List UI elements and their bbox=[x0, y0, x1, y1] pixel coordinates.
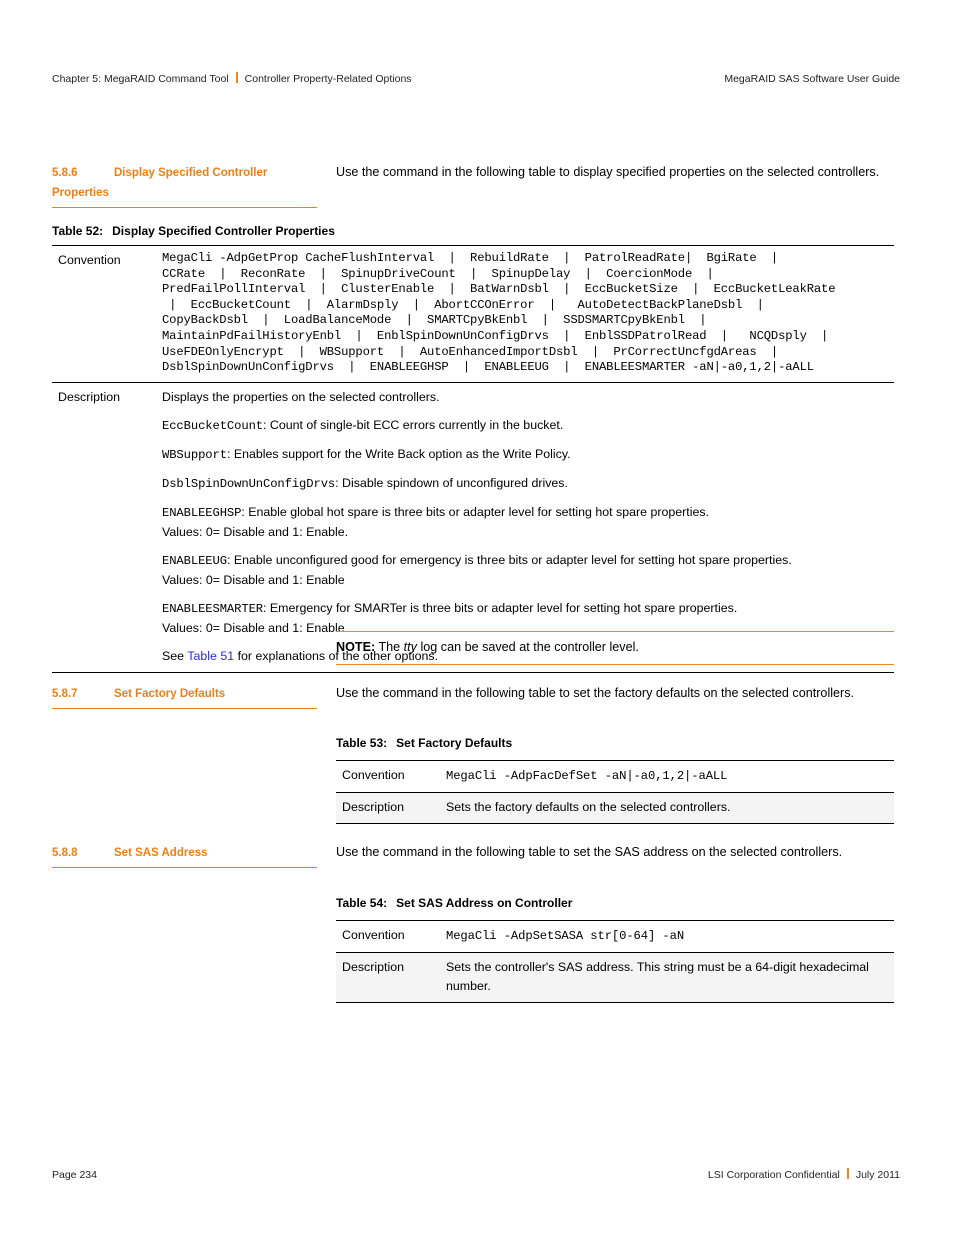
footer-divider-icon bbox=[846, 1168, 849, 1179]
section-number: 5.8.6 bbox=[52, 167, 78, 179]
section-underline bbox=[52, 207, 317, 208]
footer-confidential: LSI Corporation Confidential bbox=[707, 1169, 840, 1181]
section-heading-5-8-8: 5.8.8 Set SAS Address bbox=[52, 843, 317, 868]
header-section: Controller Property-Related Options bbox=[244, 73, 412, 85]
page-footer: Page 234 LSI Corporation Confidential Ju… bbox=[52, 1167, 900, 1181]
table52-entry: ENABLEEGHSP: Enable global hot spare is … bbox=[162, 503, 888, 542]
table52-convention-label: Convention bbox=[52, 245, 154, 383]
note-box: NOTE: The tty log can be saved at the co… bbox=[336, 631, 894, 665]
table52-entry: ENABLEEUG: Enable unconfigured good for … bbox=[162, 551, 888, 590]
header-guide-title: MegaRAID SAS Software User Guide bbox=[724, 73, 900, 85]
table53-convention-label: Convention bbox=[336, 760, 438, 793]
running-header-left: Chapter 5: MegaRAID Command Tool Control… bbox=[52, 71, 412, 86]
section-heading-5-8-6: 5.8.6 Display Specified Controller Proper… bbox=[52, 163, 317, 208]
table54-caption: Table 54: Set SAS Address on Controller bbox=[336, 896, 572, 910]
table52-caption-title: Display Specified Controller Properties bbox=[112, 224, 335, 238]
table52-caption-number: Table 52: bbox=[52, 224, 104, 238]
table53-bottom-rule bbox=[336, 823, 894, 824]
note-emphasis: tty bbox=[403, 640, 417, 654]
table54-bottom-rule bbox=[336, 1002, 894, 1003]
table54-convention-value: MegaCli -AdpSetSASA str[0-64] -aN bbox=[446, 929, 685, 943]
table52-description-intro: Displays the properties on the selected … bbox=[162, 389, 440, 404]
table52-entry-text: : Disable spindown of unconfigured drive… bbox=[335, 475, 568, 490]
table53: Convention MegaCli -AdpFacDefSet -aN|-a0… bbox=[336, 760, 894, 824]
section-underline bbox=[52, 708, 317, 709]
table52-entry-term: DsblSpinDownUnConfigDrvs bbox=[162, 476, 336, 491]
table52-entry-values: Values: 0= Disable and 1: Enable bbox=[162, 572, 345, 587]
table53-description-value: Sets the factory defaults on the selecte… bbox=[438, 792, 894, 824]
section-title: Set SAS Address bbox=[114, 847, 208, 859]
table52-bottom-rule bbox=[52, 672, 894, 673]
note-text-before: The bbox=[375, 640, 404, 654]
table53-description-label: Description bbox=[336, 792, 438, 824]
table-row: Description Sets the factory defaults on… bbox=[336, 792, 894, 824]
table54-description-label: Description bbox=[336, 952, 438, 1003]
footer-page-number: Page 234 bbox=[52, 1169, 97, 1181]
table-row: Convention MegaCli -AdpSetSASA str[0-64]… bbox=[336, 920, 894, 953]
footer-date: July 2011 bbox=[855, 1169, 900, 1181]
running-header: Chapter 5: MegaRAID Command Tool Control… bbox=[52, 71, 900, 86]
table-row: Convention MegaCli -AdpGetProp CacheFlus… bbox=[52, 245, 894, 383]
section-intro-5-8-8: Use the command in the following table t… bbox=[336, 845, 843, 859]
table52-convention-value: MegaCli -AdpGetProp CacheFlushInterval |… bbox=[162, 251, 836, 375]
table54: Convention MegaCli -AdpSetSASA str[0-64]… bbox=[336, 920, 894, 1003]
table53-caption-number: Table 53: bbox=[336, 736, 388, 750]
table52-caption: Table 52: Display Specified Controller Pr… bbox=[52, 224, 335, 238]
table52-entry-term: EccBucketCount bbox=[162, 418, 263, 433]
section-number: 5.8.8 bbox=[52, 847, 78, 859]
table52-entry-text: : Enable global hot spare is three bits … bbox=[241, 504, 710, 519]
table53-caption-title: Set Factory Defaults bbox=[396, 736, 513, 750]
table52-entry-term: ENABLEEGHSP bbox=[162, 505, 242, 520]
table54-convention-label: Convention bbox=[336, 920, 438, 953]
table54-description-value: Sets the controller's SAS address. This … bbox=[438, 952, 894, 1003]
table52-entry-text: : Count of single-bit ECC errors current… bbox=[263, 417, 564, 432]
table53-convention-value: MegaCli -AdpFacDefSet -aN|-a0,1,2|-aALL bbox=[446, 769, 728, 783]
section-title: Set Factory Defaults bbox=[114, 688, 226, 700]
table52-entry: DsblSpinDownUnConfigDrvs: Disable spindo… bbox=[162, 474, 888, 494]
section-underline bbox=[52, 867, 317, 868]
table52: Convention MegaCli -AdpGetProp CacheFlus… bbox=[52, 245, 894, 673]
section-heading-5-8-7: 5.8.7 Set Factory Defaults bbox=[52, 684, 317, 709]
table52-entry-text: : Enable unconfigured good for emergency… bbox=[226, 552, 792, 567]
table52-entry-text: : Enables support for the Write Back opt… bbox=[226, 446, 571, 461]
table-row: Description Sets the controller's SAS ad… bbox=[336, 952, 894, 1003]
table52-entry-term: ENABLEESMARTER bbox=[162, 601, 263, 616]
table53-caption: Table 53: Set Factory Defaults bbox=[336, 736, 512, 750]
table-row: Description Displays the properties on t… bbox=[52, 381, 894, 673]
footer-right: LSI Corporation Confidential July 2011 bbox=[708, 1167, 900, 1181]
table52-entry: WBSupport: Enables support for the Write… bbox=[162, 445, 888, 465]
table52-description-label: Description bbox=[52, 381, 154, 673]
table54-caption-number: Table 54: bbox=[336, 896, 388, 910]
header-chapter: Chapter 5: MegaRAID Command Tool bbox=[52, 73, 229, 85]
table52-entry-text: : Emergency for SMARTer is three bits or… bbox=[263, 600, 738, 615]
section-intro-5-8-7: Use the command in the following table t… bbox=[336, 686, 855, 700]
table-row: Convention MegaCli -AdpFacDefSet -aN|-a0… bbox=[336, 760, 894, 793]
header-divider-icon bbox=[235, 72, 238, 83]
see-also-prefix: See bbox=[162, 648, 188, 663]
section-number: 5.8.7 bbox=[52, 688, 78, 700]
document-page: Chapter 5: MegaRAID Command Tool Control… bbox=[0, 0, 954, 1235]
table52-entry-values: Values: 0= Disable and 1: Enable. bbox=[162, 524, 349, 539]
note-label: NOTE: bbox=[336, 640, 376, 654]
table52-entry: EccBucketCount: Count of single-bit ECC … bbox=[162, 416, 888, 436]
table52-entry-term: ENABLEEUG bbox=[162, 553, 227, 568]
note-text-after: log can be saved at the controller level… bbox=[416, 640, 639, 654]
section-intro-5-8-6: Use the command in the following table t… bbox=[336, 165, 880, 179]
table54-caption-title: Set SAS Address on Controller bbox=[396, 896, 573, 910]
table51-link[interactable]: Table 51 bbox=[187, 649, 234, 663]
table52-entry-term: WBSupport bbox=[162, 447, 227, 462]
